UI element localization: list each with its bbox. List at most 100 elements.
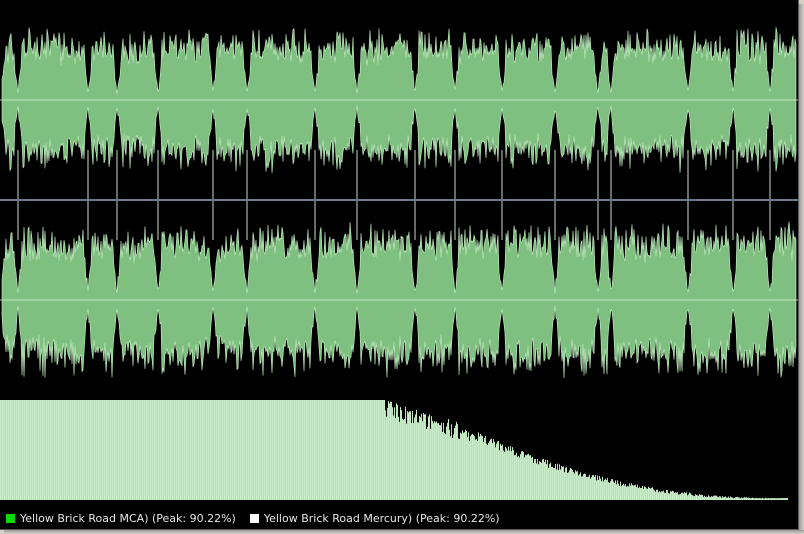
legend-item-mercury: Yellow Brick Road Mercury) (Peak: 90.22%…: [249, 512, 500, 525]
spectrum-bar: [611, 479, 612, 500]
spectrum-bar: [477, 440, 478, 500]
spectrum-bar: [390, 401, 391, 500]
spectrum-bar: [554, 468, 555, 500]
spectrum-bar: [613, 481, 614, 500]
spectrum-bar: [14, 400, 15, 500]
spectrum-bar: [424, 414, 425, 500]
spectrum-bar: [146, 400, 147, 500]
spectrum-bar: [35, 400, 36, 500]
spectrum-bar: [215, 400, 216, 500]
spectrum-bar: [287, 400, 288, 500]
spectrum-bar: [757, 498, 758, 500]
spectrum-bar: [273, 400, 274, 500]
spectrum-bar: [725, 496, 726, 500]
spectrum-bar: [161, 400, 162, 500]
spectrum-bar: [388, 401, 389, 500]
spectrum-bar: [765, 497, 766, 500]
spectrum-bar: [299, 400, 300, 500]
spectrum-bar: [163, 400, 164, 500]
spectrum-bar: [479, 436, 480, 500]
spectrum-bar: [695, 494, 696, 500]
spectrum-bar: [200, 400, 201, 500]
spectrum-bar: [327, 400, 328, 500]
spectrum-bar: [614, 483, 615, 500]
spectrum-bar: [134, 400, 135, 500]
spectrum-bar: [384, 400, 385, 500]
spectrum-bar: [570, 467, 571, 500]
spectrum-bar: [749, 497, 750, 500]
spectrum-bar: [652, 487, 653, 500]
spectrum-bar: [546, 464, 547, 500]
spectrum-bar: [752, 497, 753, 500]
spectrum-bar: [702, 495, 703, 500]
spectrum-bar: [747, 497, 748, 500]
spectrum-bar: [446, 426, 447, 500]
spectrum-bar: [689, 492, 690, 500]
spectrum-bar: [646, 488, 647, 500]
spectrum-bar: [15, 400, 16, 500]
spectrum-bar: [357, 400, 358, 500]
spectrum-bar: [673, 491, 674, 500]
spectrum-bar: [99, 400, 100, 500]
spectrum-bar: [47, 400, 48, 500]
spectrum-bar: [454, 428, 455, 500]
spectrum-bar: [445, 434, 446, 500]
spectrum-bar: [417, 422, 418, 500]
spectrum-bar: [58, 400, 59, 500]
spectrum-bar: [683, 493, 684, 500]
spectrum-bar: [551, 466, 552, 500]
spectrum-bar: [450, 436, 451, 500]
spectrum-bar: [275, 400, 276, 500]
spectrum-bar: [324, 400, 325, 500]
spectrum-bar: [743, 497, 744, 500]
spectrum-bar: [128, 400, 129, 500]
spectrum-bar: [480, 433, 481, 500]
spectrum-bar: [506, 448, 507, 500]
spectrum-bar: [736, 497, 737, 500]
spectrum-bar: [490, 439, 491, 500]
spectrum-bar: [421, 413, 422, 500]
spectrum-bar: [379, 400, 380, 500]
spectrum-bar: [81, 400, 82, 500]
spectrum-bar: [82, 400, 83, 500]
spectrum-bar: [601, 481, 602, 500]
spectrum-bar: [367, 400, 368, 500]
spectrum-bar: [784, 498, 785, 500]
spectrum-bar: [267, 400, 268, 500]
spectrum-bar: [651, 487, 652, 500]
spectrum-bar: [711, 496, 712, 500]
spectrum-bar: [655, 491, 656, 500]
spectrum-bar: [642, 486, 643, 500]
spectrum-bar: [721, 497, 722, 500]
spectrum-bar: [591, 477, 592, 500]
waveform-canvas[interactable]: [0, 0, 798, 507]
spectrum-bar: [753, 497, 754, 500]
spectrum-bar: [777, 498, 778, 500]
spectrum-bar: [452, 438, 453, 500]
spectrum-bar: [557, 463, 558, 500]
spectrum-bar: [742, 498, 743, 500]
spectrum-bar: [165, 400, 166, 500]
spectrum-bar: [751, 498, 752, 500]
spectrum-bar: [577, 471, 578, 500]
spectrum-bar: [398, 416, 399, 500]
spectrum-bar: [602, 476, 603, 500]
spectrum-bar: [516, 452, 517, 500]
spectrum-bar: [408, 412, 409, 500]
spectrum-bar: [528, 453, 529, 500]
spectrum-bar: [298, 400, 299, 500]
spectrum-bar: [341, 400, 342, 500]
spectrum-bar: [782, 498, 783, 500]
spectrum-bar: [198, 400, 199, 500]
spectrum-bar: [429, 414, 430, 500]
spectrum-bar: [280, 400, 281, 500]
spectrum-bar: [156, 400, 157, 500]
spectrum-bar: [40, 400, 41, 500]
spectrum-bar: [593, 475, 594, 500]
spectrum-bar: [672, 490, 673, 500]
spectrum-bar: [333, 400, 334, 500]
spectrum-bar: [37, 400, 38, 500]
spectrum-bar: [756, 497, 757, 500]
spectrum-bar: [129, 400, 130, 500]
spectrum-bar: [668, 493, 669, 500]
